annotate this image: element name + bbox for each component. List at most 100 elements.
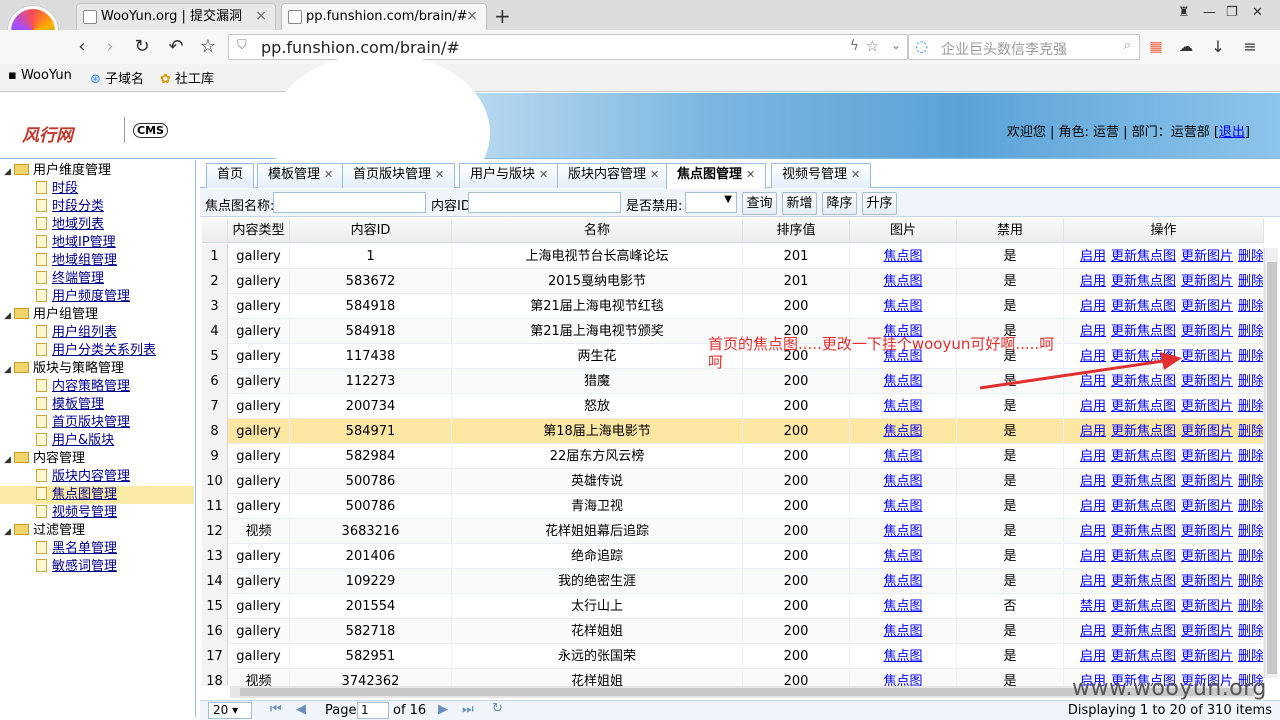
- toggle-enable-link[interactable]: 启用: [1080, 299, 1106, 314]
- column-header[interactable]: 图片: [850, 219, 957, 243]
- search-icon[interactable]: ⌕: [1124, 38, 1131, 53]
- toggle-enable-link[interactable]: 启用: [1080, 574, 1106, 589]
- page-input[interactable]: 1: [357, 702, 389, 719]
- focus-image-link[interactable]: 焦点图: [883, 399, 922, 414]
- tree-item[interactable]: 焦点图管理: [0, 486, 194, 504]
- query-button[interactable]: 查询: [742, 192, 777, 215]
- address-bar[interactable]: ⛉ pp.funshion.com/brain/# ϟ ☆ ⌄: [228, 34, 908, 60]
- toggle-enable-link[interactable]: 启用: [1080, 274, 1106, 289]
- lightning-icon[interactable]: ϟ: [850, 38, 859, 54]
- table-row[interactable]: 15 gallery 201554 太行山上 200 焦点图否禁用 更新焦点图 更新图片 删除: [202, 594, 1264, 619]
- tree-item[interactable]: 用户组列表: [0, 324, 194, 342]
- close-tab-icon[interactable]: ✕: [539, 168, 548, 181]
- table-row[interactable]: 2 gallery 583672 2015戛纳电影节 201 焦点图是启用 更新焦点图 更新图…: [202, 269, 1264, 294]
- tree-item[interactable]: 时段分类: [0, 198, 194, 216]
- close-tab-icon[interactable]: ✕: [650, 168, 659, 181]
- reload-icon[interactable]: ↻: [130, 35, 154, 59]
- delete-link[interactable]: 删除: [1238, 574, 1263, 589]
- vertical-scrollbar[interactable]: [1264, 248, 1278, 678]
- update-focus-image-link[interactable]: 更新焦点图: [1111, 649, 1176, 664]
- focus-image-link[interactable]: 焦点图: [883, 299, 922, 314]
- undo-icon[interactable]: ↶: [164, 35, 188, 59]
- back-icon[interactable]: ‹: [70, 35, 94, 59]
- tree-item[interactable]: 终端管理: [0, 270, 194, 288]
- shirt-icon[interactable]: ♜: [1178, 5, 1190, 20]
- focus-image-link[interactable]: 焦点图: [883, 674, 922, 686]
- update-focus-image-link[interactable]: 更新焦点图: [1111, 474, 1176, 489]
- focus-image-link[interactable]: 焦点图: [883, 374, 922, 389]
- table-row[interactable]: 13 gallery 201406 绝命追踪 200 焦点图是启用 更新焦点图 更新图片 删除: [202, 544, 1264, 569]
- delete-link[interactable]: 删除: [1238, 649, 1263, 664]
- tree-item[interactable]: 首页版块管理: [0, 414, 194, 432]
- apps-icon[interactable]: ▦: [1144, 35, 1168, 59]
- focus-image-link[interactable]: 焦点图: [883, 424, 922, 439]
- close-tab-icon[interactable]: ✕: [324, 168, 333, 181]
- table-row[interactable]: 12 视频 3683216 花样姐姐幕后追踪 200 焦点图是启用 更新焦点图 更新图片 删除: [202, 519, 1264, 544]
- toggle-enable-link[interactable]: 启用: [1080, 624, 1106, 639]
- update-image-link[interactable]: 更新图片: [1181, 499, 1233, 514]
- close-tab-icon[interactable]: ×: [466, 4, 478, 29]
- update-focus-image-link[interactable]: 更新焦点图: [1111, 549, 1176, 564]
- collapse-icon[interactable]: ◢: [4, 163, 14, 181]
- download-icon[interactable]: ↓: [1206, 35, 1230, 59]
- tree-item[interactable]: 黑名单管理: [0, 540, 194, 558]
- table-row[interactable]: 14 gallery 109229 我的绝密生涯 200 焦点图是启用 更新焦点图 更新图片删…: [202, 569, 1264, 594]
- update-focus-image-link[interactable]: 更新焦点图: [1111, 574, 1176, 589]
- tree-item[interactable]: 视频号管理: [0, 504, 194, 522]
- tree-group[interactable]: ◢ 过滤管理: [0, 522, 194, 540]
- update-focus-image-link[interactable]: 更新焦点图: [1111, 499, 1176, 514]
- collapse-icon[interactable]: ◢: [4, 523, 14, 541]
- focus-image-link[interactable]: 焦点图: [883, 524, 922, 539]
- forward-icon[interactable]: ›: [98, 35, 122, 59]
- update-image-link[interactable]: 更新图片: [1181, 474, 1233, 489]
- tree-group[interactable]: ◢ 用户组管理: [0, 306, 194, 324]
- toggle-enable-link[interactable]: 启用: [1080, 499, 1106, 514]
- table-row[interactable]: 11 gallery 500786 青海卫视 200 焦点图是启用 更新焦点图 更新图片 删除: [202, 494, 1264, 519]
- tab-1[interactable]: 模板管理 ✕: [257, 163, 345, 188]
- update-image-link[interactable]: 更新图片: [1181, 549, 1233, 564]
- add-button[interactable]: 新增: [782, 192, 817, 215]
- tree-group[interactable]: ◢ 用户维度管理: [0, 162, 194, 180]
- update-focus-image-link[interactable]: 更新焦点图: [1111, 399, 1176, 414]
- star-icon[interactable]: ☆: [196, 35, 220, 59]
- last-page-icon[interactable]: ⏭: [462, 702, 474, 717]
- update-focus-image-link[interactable]: 更新焦点图: [1111, 449, 1176, 464]
- tab-4[interactable]: 版块内容管理 ✕: [557, 163, 671, 188]
- content-id-input[interactable]: [468, 192, 621, 213]
- delete-link[interactable]: 删除: [1238, 324, 1263, 339]
- logout-link[interactable]: 退出: [1219, 125, 1245, 140]
- column-header[interactable]: 名称: [452, 219, 743, 243]
- tree-item[interactable]: 版块内容管理: [0, 468, 194, 486]
- bookmark-subdomain[interactable]: ⊛ 子域名: [90, 68, 144, 87]
- focus-image-link[interactable]: 焦点图: [883, 474, 922, 489]
- tree-item[interactable]: 内容策略管理: [0, 378, 194, 396]
- column-header[interactable]: 禁用: [957, 219, 1064, 243]
- delete-link[interactable]: 删除: [1238, 249, 1263, 264]
- tree-item[interactable]: 地域组管理: [0, 252, 194, 270]
- bookmark-sgk[interactable]: ✿ 社工库: [160, 68, 214, 87]
- focus-image-link[interactable]: 焦点图: [883, 599, 922, 614]
- delete-link[interactable]: 删除: [1238, 499, 1263, 514]
- browser-tab-funshion[interactable]: pp.funshion.com/brain/# ×: [281, 3, 487, 30]
- toggle-enable-link[interactable]: 启用: [1080, 399, 1106, 414]
- disabled-select[interactable]: ▼: [685, 192, 737, 213]
- update-focus-image-link[interactable]: 更新焦点图: [1111, 249, 1176, 264]
- tab-6[interactable]: 视频号管理 ✕: [771, 163, 872, 188]
- update-image-link[interactable]: 更新图片: [1181, 249, 1233, 264]
- toggle-enable-link[interactable]: 禁用: [1080, 599, 1106, 614]
- update-image-link[interactable]: 更新图片: [1181, 299, 1233, 314]
- page-size-select[interactable]: 20 ▾: [208, 702, 252, 719]
- focus-image-link[interactable]: 焦点图: [883, 574, 922, 589]
- update-image-link[interactable]: 更新图片: [1181, 574, 1233, 589]
- tab-3[interactable]: 用户与版块 ✕: [459, 163, 560, 188]
- focus-image-link[interactable]: 焦点图: [883, 449, 922, 464]
- close-tab-icon[interactable]: ✕: [746, 168, 755, 181]
- toggle-enable-link[interactable]: 启用: [1080, 649, 1106, 664]
- delete-link[interactable]: 删除: [1238, 299, 1263, 314]
- update-focus-image-link[interactable]: 更新焦点图: [1111, 324, 1176, 339]
- sort-asc-button[interactable]: 升序: [862, 192, 897, 215]
- column-header[interactable]: 操作: [1064, 219, 1264, 243]
- table-row[interactable]: 16 gallery 582718 花样姐姐 200 焦点图是启用 更新焦点图 更新图片 删除: [202, 619, 1264, 644]
- toggle-enable-link[interactable]: 启用: [1080, 524, 1106, 539]
- focus-image-link[interactable]: 焦点图: [883, 624, 922, 639]
